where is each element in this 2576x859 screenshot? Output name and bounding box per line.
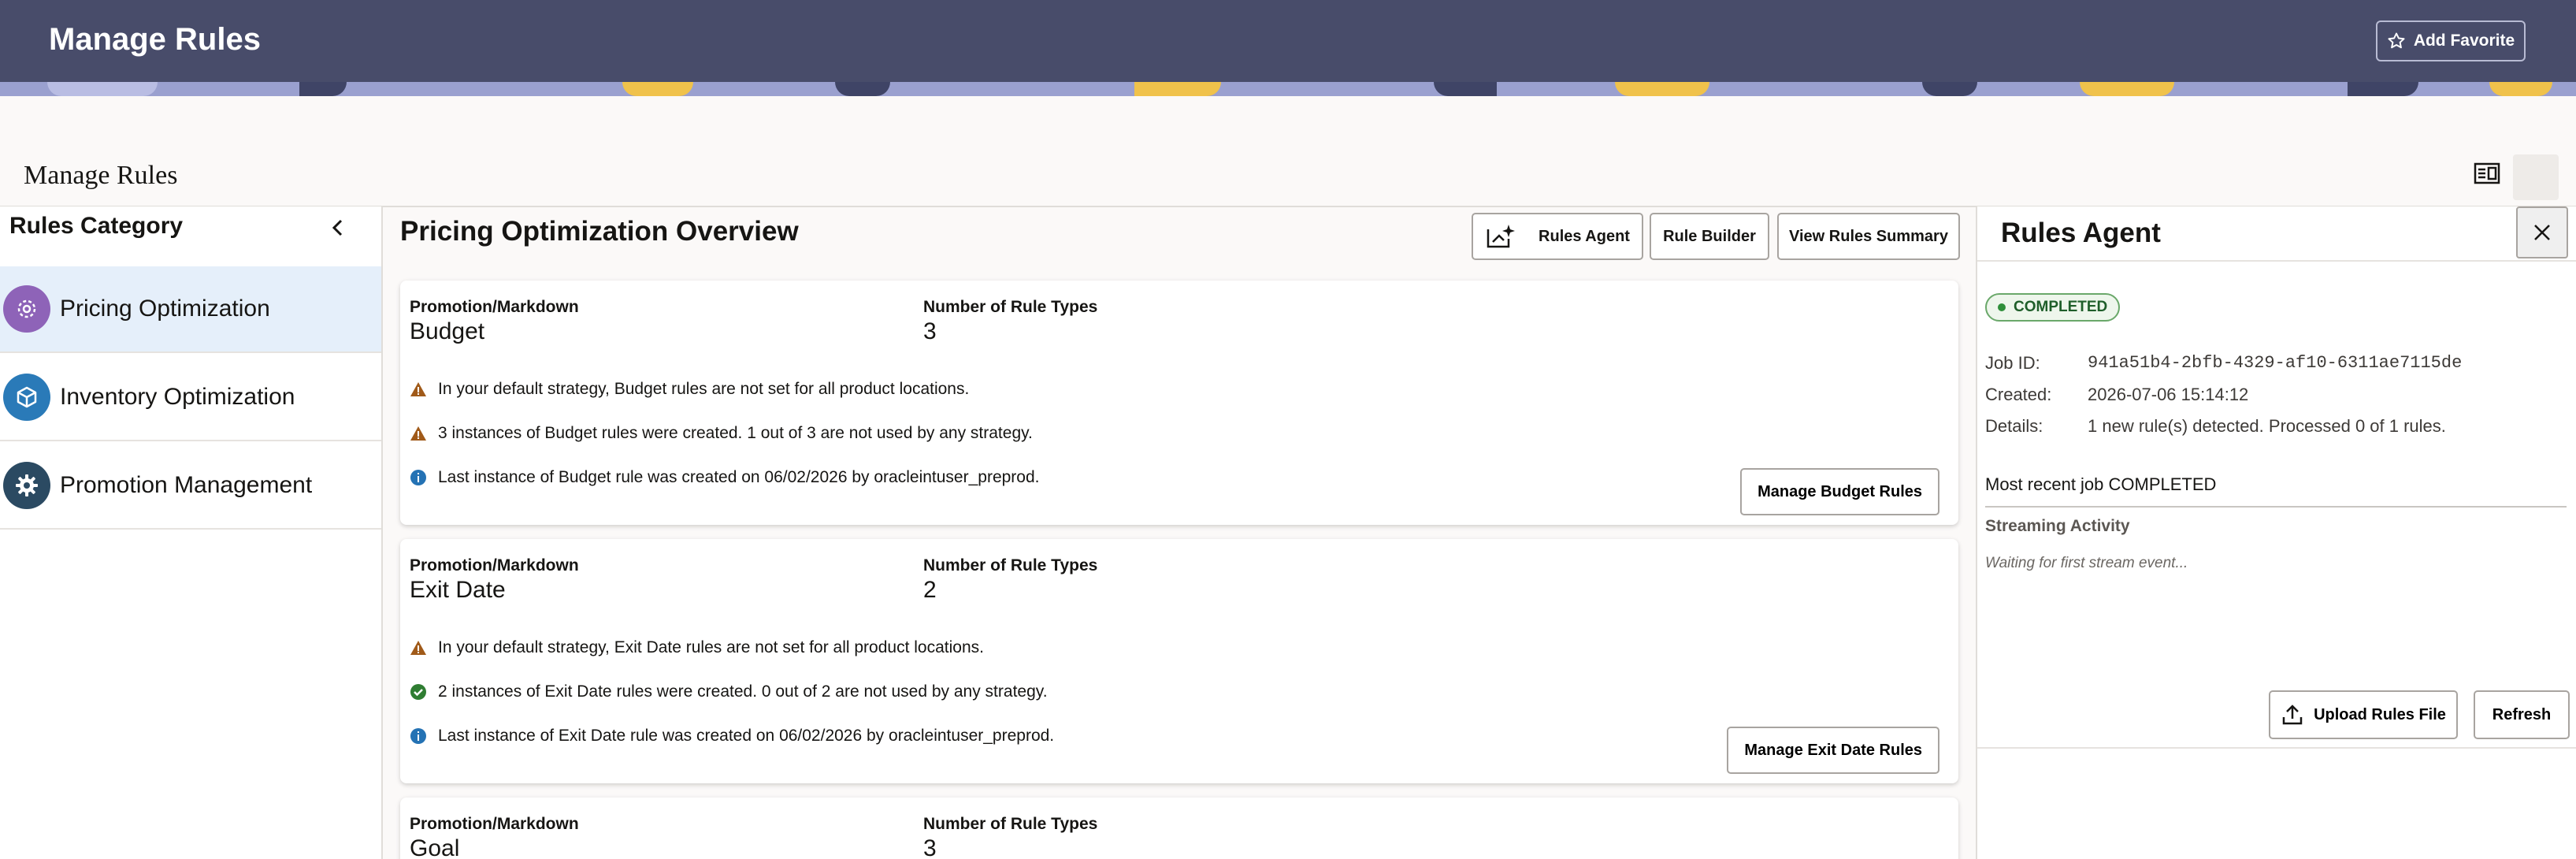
overview-title: Pricing Optimization Overview <box>400 216 799 247</box>
job-id-label: Job ID: <box>1985 353 2040 373</box>
info-icon <box>410 728 426 744</box>
created-value: 2026-07-06 15:14:12 <box>2088 385 2249 404</box>
add-favorite-button[interactable]: Add Favorite <box>2376 20 2526 61</box>
card-message-text: Last instance of Exit Date rule was crea… <box>438 727 1055 745</box>
upload-label: Upload Rules File <box>2314 705 2446 723</box>
cube-icon <box>3 374 50 421</box>
ai-sparkle-icon <box>1487 225 1516 248</box>
check-circle-icon <box>410 684 426 700</box>
card-message-text: In your default strategy, Exit Date rule… <box>438 638 984 656</box>
app-header: Manage Rules Add Favorite <box>0 0 2576 82</box>
rules-agent-button[interactable]: Rules Agent <box>1472 213 1643 260</box>
page-title: Manage Rules <box>24 161 178 190</box>
rules-category-title: Rules Category <box>9 213 184 239</box>
rules-agent-title: Rules Agent <box>2001 218 2161 248</box>
card-message: In your default strategy, Budget rules a… <box>410 380 969 399</box>
recent-job-status: Most recent job COMPLETED <box>1985 474 2217 494</box>
star-icon <box>2388 32 2405 49</box>
card-message: Last instance of Budget rule was created… <box>410 468 1040 487</box>
card-message-text: 3 instances of Budget rules were created… <box>438 424 1033 442</box>
streaming-waiting-text: Waiting for first stream event... <box>1985 555 2188 571</box>
add-favorite-label: Add Favorite <box>2413 32 2515 50</box>
sidebar-item-label: Promotion Management <box>60 472 313 498</box>
card-message: In your default strategy, Exit Date rule… <box>410 638 984 657</box>
warning-icon <box>410 382 426 396</box>
layout-toggle-icon[interactable] <box>2474 162 2500 184</box>
panel-toggle-button[interactable] <box>2513 154 2559 200</box>
card-rule-name: Budget <box>410 318 485 344</box>
card-message-text: 2 instances of Exit Date rules were crea… <box>438 682 1048 701</box>
card-message-text: Last instance of Budget rule was created… <box>438 468 1040 486</box>
card-count-value: 3 <box>923 835 937 859</box>
rule-card-goal: Promotion/Markdown Goal Number of Rule T… <box>400 798 1958 859</box>
sidebar-item-label: Pricing Optimization <box>60 296 270 322</box>
card-message: Last instance of Exit Date rule was crea… <box>410 727 1054 746</box>
gear-cog-icon <box>3 285 50 333</box>
warning-icon <box>410 641 426 655</box>
card-count-value: 3 <box>923 318 937 344</box>
rule-card-budget: Promotion/Markdown Budget Number of Rule… <box>400 281 1958 525</box>
card-count-label: Number of Rule Types <box>923 556 1098 575</box>
card-message: 2 instances of Exit Date rules were crea… <box>410 682 1048 701</box>
card-category-label: Promotion/Markdown <box>410 815 579 833</box>
status-text: COMPLETED <box>2014 299 2108 315</box>
info-icon <box>410 470 426 485</box>
manage-budget-rules-button[interactable]: Manage Budget Rules <box>1740 468 1939 515</box>
sidebar-item-inventory-optimization[interactable]: Inventory Optimization <box>0 355 381 441</box>
status-badge: COMPLETED <box>1985 293 2121 322</box>
close-icon <box>2534 225 2550 240</box>
divider <box>1977 260 2576 262</box>
card-count-label: Number of Rule Types <box>923 815 1098 833</box>
sidebar-item-promotion-management[interactable]: Promotion Management <box>0 443 381 530</box>
divider <box>1977 747 2576 749</box>
details-label: Details: <box>1985 416 2043 436</box>
rules-agent-panel: Rules Agent COMPLETED Job ID: 941a51b4-2… <box>1976 206 2576 859</box>
card-count-label: Number of Rule Types <box>923 298 1098 316</box>
refresh-button[interactable]: Refresh <box>2474 690 2570 739</box>
rules-category-panel: Rules Category Pricing Optimization Inve… <box>0 206 383 859</box>
card-message-text: In your default strategy, Budget rules a… <box>438 380 970 398</box>
divider <box>1985 506 2567 508</box>
job-id-value: 941a51b4-2bfb-4329-af10-6311ae7115de <box>2088 353 2463 373</box>
app-title: Manage Rules <box>49 22 261 57</box>
view-rules-summary-button[interactable]: View Rules Summary <box>1777 213 1960 260</box>
manage-exit-date-rules-button[interactable]: Manage Exit Date Rules <box>1727 727 1939 774</box>
upload-icon <box>2282 705 2303 725</box>
settings-icon <box>3 462 50 509</box>
upload-rules-file-button[interactable]: Upload Rules File <box>2269 690 2458 739</box>
sidebar-item-pricing-optimization[interactable]: Pricing Optimization <box>0 266 381 353</box>
rule-builder-button[interactable]: Rule Builder <box>1650 213 1769 260</box>
card-rule-name: Goal <box>410 835 460 859</box>
card-category-label: Promotion/Markdown <box>410 556 579 575</box>
details-value: 1 new rule(s) detected. Processed 0 of 1… <box>2088 416 2446 436</box>
card-count-value: 2 <box>923 577 937 603</box>
streaming-activity-label: Streaming Activity <box>1985 517 2130 535</box>
rule-card-exit-date: Promotion/Markdown Exit Date Number of R… <box>400 539 1958 783</box>
chevron-left-icon[interactable] <box>325 214 351 241</box>
status-dot-icon <box>1998 303 2006 311</box>
card-message: 3 instances of Budget rules were created… <box>410 424 1033 443</box>
card-rule-name: Exit Date <box>410 577 506 603</box>
card-category-label: Promotion/Markdown <box>410 298 579 316</box>
header-banner <box>0 82 2576 96</box>
warning-icon <box>410 426 426 441</box>
sidebar-item-label: Inventory Optimization <box>60 384 295 410</box>
created-label: Created: <box>1985 385 2052 404</box>
close-panel-button[interactable] <box>2516 206 2568 258</box>
rules-agent-label: Rules Agent <box>1539 227 1630 245</box>
